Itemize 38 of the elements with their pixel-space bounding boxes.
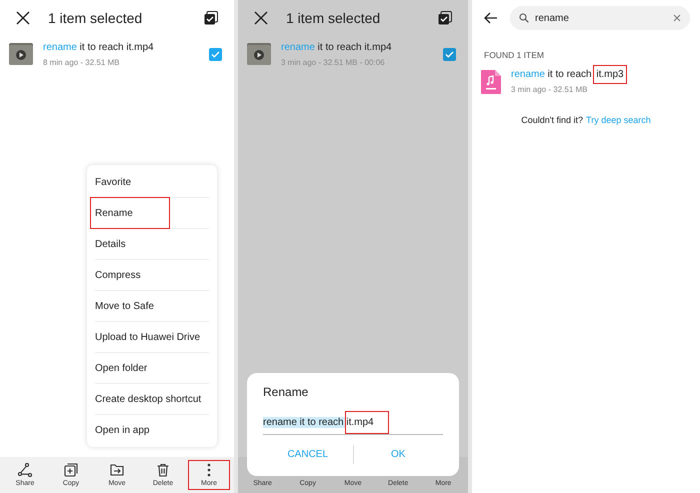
select-all-icon[interactable] [204, 11, 218, 25]
menu-item[interactable]: Compress [95, 260, 141, 290]
folder-arrow-icon [110, 463, 124, 477]
menu-item[interactable]: Open folder [95, 353, 148, 383]
results-heading: FOUND 1 ITEM [483, 49, 545, 62]
menu-item[interactable]: Details [95, 229, 126, 259]
music-file-icon [481, 70, 501, 94]
search-field[interactable]: rename [510, 6, 690, 30]
menu-item[interactable]: Open in app [95, 415, 150, 445]
dialog-title: Rename [263, 384, 310, 401]
file-checkbox[interactable] [209, 48, 222, 60]
more-icon [207, 463, 211, 477]
copy-icon [64, 463, 78, 477]
clear-icon[interactable] [673, 14, 681, 22]
file-meta: 3 min ago - 32.51 MB [511, 84, 588, 96]
close-icon[interactable] [16, 11, 30, 25]
file-name: rename it to reach it.mp4 [43, 40, 155, 54]
video-thumbnail-icon [9, 43, 33, 65]
menu-item[interactable]: Rename [91, 198, 169, 228]
file-checkbox[interactable] [443, 48, 456, 60]
header-title: 1 item selected [48, 8, 144, 28]
header-title: 1 item selected [286, 8, 382, 28]
not-found-hint: Couldn't find it? [521, 114, 584, 127]
select-all-icon[interactable] [438, 11, 452, 25]
menu-item[interactable]: Favorite [95, 167, 132, 197]
menu-item[interactable]: Create desktop shortcut [95, 384, 202, 414]
file-meta: 8 min ago - 32.51 MB [43, 56, 120, 68]
video-thumbnail-icon [247, 43, 271, 65]
file-meta: 3 min ago - 32.51 MB - 00:06 [281, 56, 386, 68]
back-arrow-icon[interactable] [484, 12, 498, 24]
share-icon [18, 463, 32, 477]
menu-item[interactable]: Move to Safe [95, 291, 154, 321]
search-icon [519, 13, 529, 23]
trash-icon [156, 463, 170, 477]
file-name: rename it to reach it.mp4 [281, 40, 393, 54]
close-icon[interactable] [254, 11, 268, 25]
menu-item[interactable]: Upload to Huawei Drive [95, 322, 200, 352]
file-name: rename it to reach it.mp3 [511, 67, 688, 82]
